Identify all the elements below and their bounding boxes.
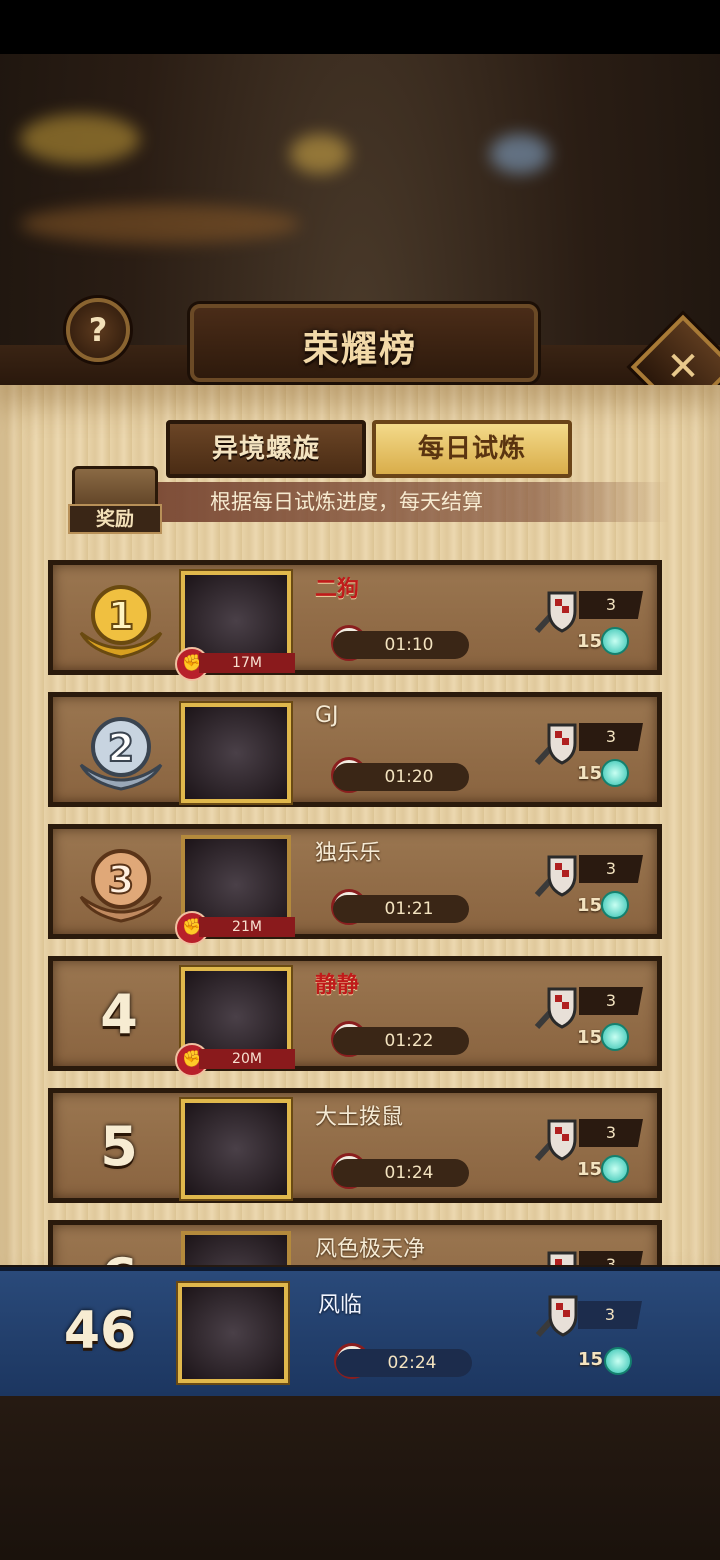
rank-number: 6 (59, 1239, 179, 1265)
stage-level: 3 (579, 987, 643, 1015)
stage-level: 3 (579, 1119, 643, 1147)
player-name: 风色极天净 (315, 1237, 426, 1262)
my-player-name: 风临 (318, 1293, 363, 1318)
clear-time: 01:22 (333, 1027, 469, 1055)
clear-time: 01:10 (333, 631, 469, 659)
bronze-medal-icon: 3 (79, 849, 163, 923)
player-name: GJ (315, 703, 339, 728)
power-value: 20M (199, 1049, 295, 1069)
rank-number: 4 (100, 983, 138, 1046)
page-title: 荣耀榜 (302, 329, 417, 370)
hero-avatar[interactable] (181, 703, 291, 803)
gem-count: 15 (577, 763, 603, 784)
gem-count: 15 (577, 631, 603, 652)
gem-icon (601, 1155, 629, 1183)
gem-icon (601, 891, 629, 919)
rank-row[interactable]: 2 GJ 01:20 3 15 (48, 692, 662, 807)
gem-count: 15 (577, 1027, 603, 1048)
rank-row[interactable]: 4 ✊ 20M 静静 01:22 3 15 (48, 956, 662, 1077)
power-value: 17M (199, 653, 295, 673)
player-name: 二狗 (315, 577, 360, 602)
power-tag: ✊ 21M (175, 911, 305, 945)
my-stage-level: 3 (578, 1301, 642, 1329)
help-button[interactable]: ? (66, 298, 130, 362)
stage-level: 3 (579, 1251, 643, 1265)
gold-medal-icon: 1 (79, 585, 163, 659)
my-clear-time: 02:24 (336, 1349, 472, 1377)
power-tag: ✊ 20M (175, 1043, 305, 1077)
player-name: 独乐乐 (315, 841, 382, 866)
gem-icon (601, 627, 629, 655)
my-hero-avatar[interactable] (178, 1283, 288, 1383)
status-bar (0, 0, 720, 54)
player-name: 大土拨鼠 (315, 1105, 404, 1130)
silver-medal-icon: 2 (79, 717, 163, 791)
sword-shield-icon (534, 855, 577, 898)
stage-level: 3 (579, 855, 643, 883)
clear-time: 01:20 (333, 763, 469, 791)
my-rank-bar[interactable]: 46 风临 02:24 3 15 (0, 1267, 720, 1400)
gem-count: 15 (577, 1159, 603, 1180)
rank-number: 5 (100, 1115, 138, 1178)
rank-number: 1 (108, 594, 134, 638)
rank-row[interactable]: 3 ✊ 21M 独乐乐 01:21 3 15 (48, 824, 662, 945)
reward-description: 根据每日试炼进度，每天结算 (150, 482, 670, 522)
reward-chest-button[interactable]: 奖励 (68, 466, 162, 534)
rank-number: 2 (108, 726, 134, 770)
clear-time: 01:24 (333, 1159, 469, 1187)
hero-avatar[interactable] (181, 1231, 291, 1265)
my-gem-count: 15 (578, 1349, 604, 1370)
sword-shield-icon (534, 591, 577, 634)
power-tag: ✊ 17M (175, 647, 305, 681)
gem-icon (604, 1347, 632, 1375)
rank-row[interactable]: 5 大土拨鼠 01:24 3 15 (48, 1088, 662, 1203)
gem-icon (601, 1023, 629, 1051)
gem-count: 15 (577, 895, 603, 916)
header: 荣耀榜 (150, 290, 570, 385)
my-rank-number: 46 (63, 1301, 137, 1361)
sword-shield-icon (534, 987, 577, 1030)
sword-shield-icon (547, 1251, 577, 1265)
rank-row[interactable]: 6 风色极天净 3 (48, 1220, 662, 1265)
clear-time: 01:21 (333, 895, 469, 923)
tab-spiral[interactable]: 异境螺旋 (166, 420, 366, 478)
reward-label: 奖励 (68, 504, 162, 534)
hero-avatar[interactable] (181, 1099, 291, 1199)
bottom-blurred-area (0, 1396, 720, 1560)
power-value: 21M (199, 917, 295, 937)
sword-shield-icon (534, 1119, 577, 1162)
gem-icon (601, 759, 629, 787)
rank-number: 3 (108, 858, 134, 902)
player-name: 静静 (315, 973, 360, 998)
rank-list[interactable]: 1 ✊ 17M 二狗 01:10 3 15 2 GJ 01:20 3 15 3 … (0, 555, 720, 1265)
stage-level: 3 (579, 723, 643, 751)
sword-shield-icon (534, 723, 577, 766)
stage-level: 3 (579, 591, 643, 619)
tab-daily-trial[interactable]: 每日试炼 (372, 420, 572, 478)
rank-row[interactable]: 1 ✊ 17M 二狗 01:10 3 15 (48, 560, 662, 681)
sword-shield-icon (535, 1295, 578, 1338)
